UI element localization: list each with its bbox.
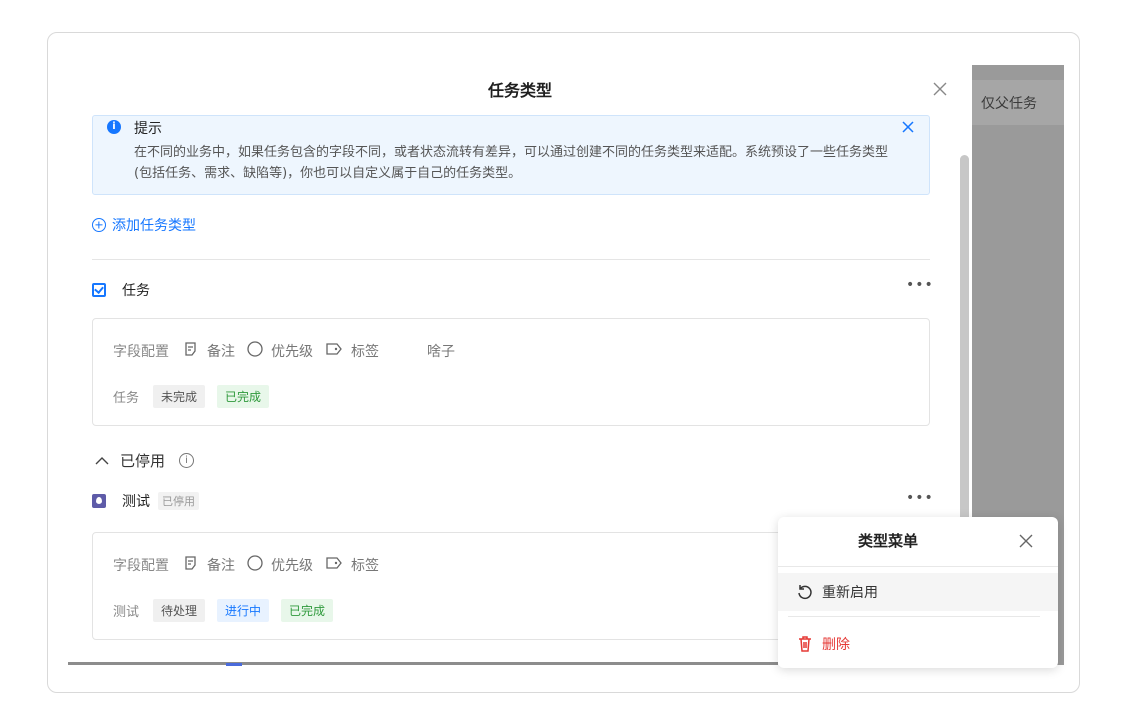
reenable-menu-item[interactable]: 重新启用	[778, 573, 1058, 611]
circle-icon	[247, 341, 263, 361]
status-row: 任务 未完成 已完成	[113, 385, 281, 408]
disabled-section-label: 已停用	[120, 452, 166, 470]
background-bottom-icon	[226, 663, 242, 666]
note-icon	[183, 341, 199, 361]
field-tag: 标签	[325, 555, 379, 575]
field-note-label: 备注	[207, 344, 235, 360]
field-tag: 标签	[325, 341, 379, 361]
disabled-section-toggle[interactable]: 已停用 i	[94, 450, 195, 471]
status-pill: 已完成	[217, 385, 270, 408]
type-name: 任务	[122, 283, 150, 299]
circle-icon	[247, 555, 263, 575]
drop-icon	[92, 494, 106, 508]
field-tag-label: 标签	[351, 558, 379, 574]
notice-title: 提示	[134, 121, 162, 137]
chevron-up-icon	[95, 456, 109, 464]
info-icon: i	[107, 120, 121, 134]
divider	[778, 566, 1058, 567]
field-config-label: 字段配置	[113, 344, 169, 360]
field-config-row: 字段配置 备注 优先级 标签	[113, 555, 391, 575]
tag-icon	[325, 341, 343, 361]
notice-body: 在不同的业务中，如果任务包含的字段不同，或者状态流转有差异，可以通过创建不同的任…	[134, 145, 889, 181]
status-pill: 进行中	[217, 599, 270, 622]
add-task-type-label: 添加任务类型	[112, 218, 196, 234]
type-menu-popup: 类型菜单 重新启用 删除	[778, 517, 1058, 668]
trash-icon	[796, 635, 814, 653]
status-label: 任务	[113, 391, 140, 406]
field-custom: 啥子	[427, 341, 455, 361]
more-icon[interactable]: •••	[906, 490, 934, 506]
reenable-label: 重新启用	[822, 585, 878, 601]
tag-icon	[325, 555, 343, 575]
type-card-task: 字段配置 备注 优先级 标签 啥子 任务 未完成 已完成	[92, 318, 930, 426]
notice-banner: i 提示 在不同的业务中，如果任务包含的字段不同，或者状态流转有差异，可以通过创…	[92, 115, 930, 195]
type-row-test[interactable]: 测试 已停用	[92, 491, 199, 511]
field-custom-label: 啥子	[427, 344, 455, 360]
type-row-task[interactable]: 任务	[92, 280, 150, 300]
status-row: 测试 待处理 进行中 已完成	[113, 599, 345, 622]
field-note-label: 备注	[207, 558, 235, 574]
modal-title: 任务类型	[487, 81, 552, 100]
checkbox-task-icon	[92, 283, 106, 297]
add-task-type-button[interactable]: 添加任务类型	[92, 215, 196, 235]
field-tag-label: 标签	[351, 344, 379, 360]
field-priority: 优先级	[247, 341, 313, 361]
more-icon[interactable]: •••	[906, 277, 934, 293]
background-column-header: 仅父任务	[971, 80, 1064, 125]
status-pill: 已完成	[281, 599, 334, 622]
field-priority: 优先级	[247, 555, 313, 575]
disabled-badge: 已停用	[158, 492, 199, 510]
note-icon	[183, 555, 199, 575]
field-config-row: 字段配置 备注 优先级 标签 啥子	[113, 341, 467, 361]
popup-close-icon[interactable]	[1018, 533, 1034, 549]
refresh-icon	[796, 583, 814, 601]
status-label: 测试	[113, 605, 140, 620]
field-note: 备注	[183, 341, 235, 361]
divider	[92, 259, 930, 260]
status-pill: 待处理	[153, 599, 206, 622]
field-priority-label: 优先级	[271, 558, 313, 574]
info-icon[interactable]: i	[179, 453, 195, 468]
field-priority-label: 优先级	[271, 344, 313, 360]
plus-circle-icon	[92, 218, 106, 232]
delete-menu-item[interactable]: 删除	[778, 625, 1058, 663]
field-note: 备注	[183, 555, 235, 575]
delete-label: 删除	[822, 637, 850, 653]
close-icon[interactable]	[930, 79, 950, 99]
status-pill: 未完成	[153, 385, 206, 408]
type-name: 测试	[122, 494, 150, 510]
popup-title: 类型菜单	[857, 532, 918, 550]
notice-close-icon[interactable]	[901, 119, 915, 133]
divider	[788, 616, 1040, 617]
field-config-label: 字段配置	[113, 558, 169, 574]
